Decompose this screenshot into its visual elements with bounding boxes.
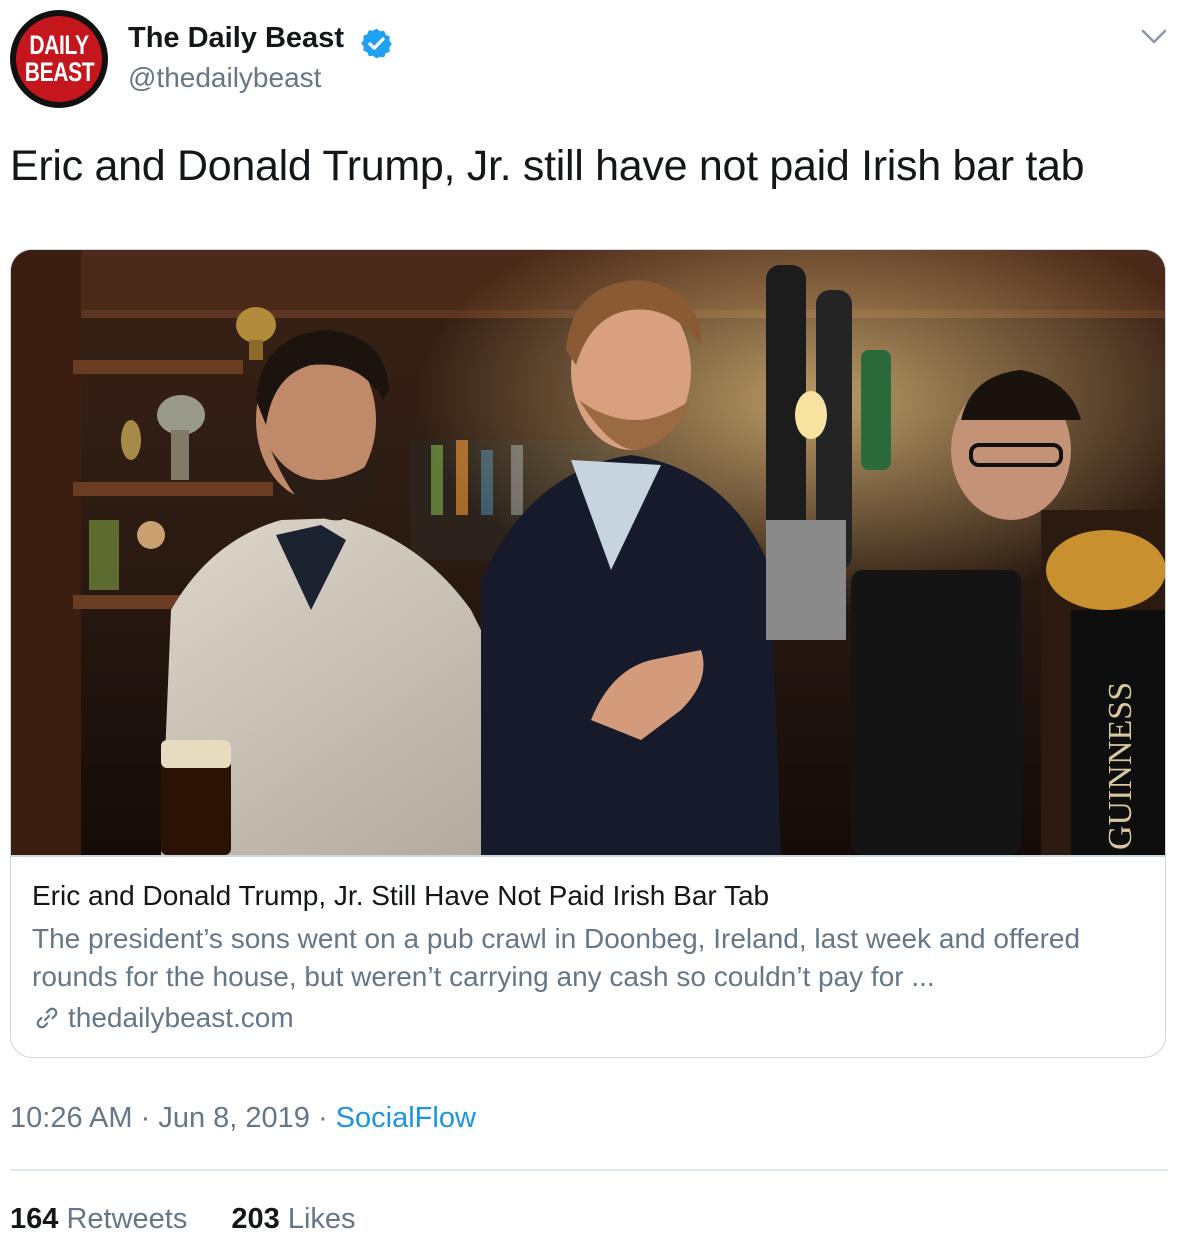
divider [10,1169,1168,1171]
logo-line-1: DAILY [29,30,89,60]
retweets-count: 164 [10,1203,59,1235]
tweet-stats: 164 Retweets 203 Likes [10,1203,356,1236]
meta-separator: · [132,1102,159,1134]
card-description: The president’s sons went on a pub crawl… [32,923,1081,992]
likes-label: Likes [279,1203,356,1235]
avatar[interactable]: DAILY BEAST [10,10,108,108]
tweet-meta: 10:26 AM · Jun 8, 2019 · SocialFlow [10,1102,476,1135]
chevron-down-icon[interactable] [1140,26,1168,48]
card-title[interactable]: Eric and Donald Trump, Jr. Still Have No… [32,880,769,912]
card-domain-text: thedailybeast.com [68,1002,294,1033]
retweets-label: Retweets [58,1203,188,1235]
card-image[interactable]: GUINNESS [11,250,1166,855]
card-divider [11,855,1165,857]
retweets-stat[interactable]: 164 Retweets [10,1203,187,1235]
guinness-label: GUINNESS [1102,682,1139,850]
tweet-text: Eric and Donald Trump, Jr. still have no… [10,142,1085,190]
tweet-date[interactable]: Jun 8, 2019 [158,1102,310,1134]
display-name[interactable]: The Daily Beast [128,22,344,55]
card-domain[interactable]: thedailybeast.com [32,1002,294,1034]
link-icon [36,1007,58,1029]
meta-separator: · [309,1102,336,1134]
account-handle[interactable]: @thedailybeast [128,62,321,94]
link-card[interactable]: GUINNESS Eric and Donald Trump, Jr. Stil… [10,249,1166,1058]
likes-count: 203 [231,1203,280,1235]
logo-line-2: BEAST [24,57,94,87]
likes-stat[interactable]: 203 Likes [231,1203,355,1235]
tweet-source[interactable]: SocialFlow [336,1102,476,1134]
tweet-time[interactable]: 10:26 AM [10,1102,133,1134]
verified-badge-icon [361,28,392,59]
daily-beast-logo: DAILY BEAST [16,16,102,102]
